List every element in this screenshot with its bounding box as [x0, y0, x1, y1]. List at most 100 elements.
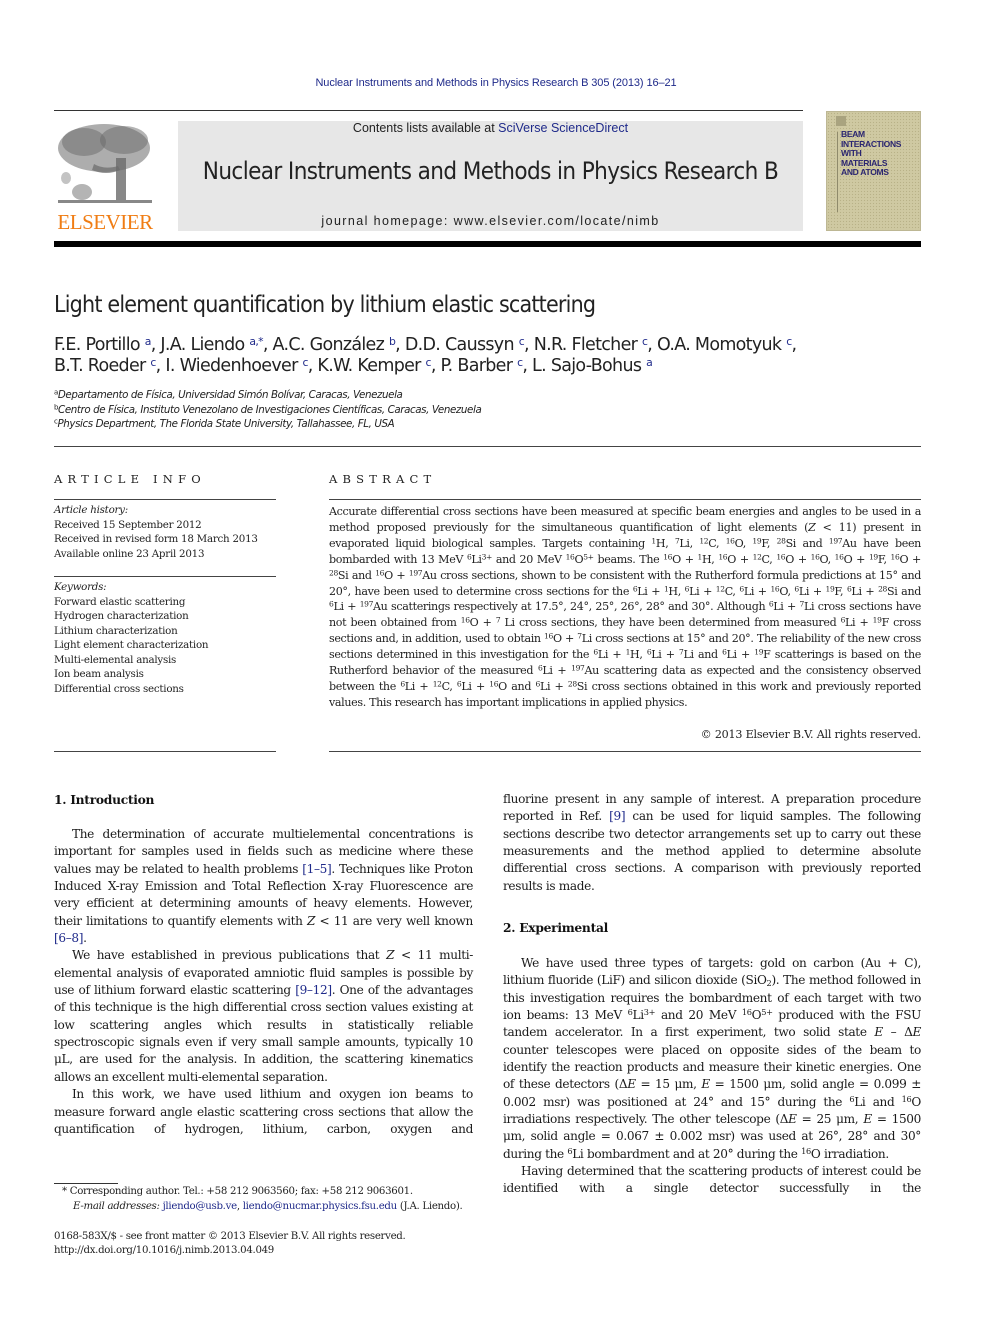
keyword: Lithium characterization	[54, 624, 178, 637]
doi-link[interactable]: http://dx.doi.org/10.1016/j.nimb.2013.04…	[54, 1245, 274, 1256]
superscript: 16	[834, 552, 844, 562]
cover-spine-line	[837, 132, 838, 212]
superscript: 12	[432, 679, 442, 689]
superscript: 28	[567, 679, 577, 689]
superscript: 1	[625, 647, 631, 657]
journal-citation-link[interactable]: Nuclear Instruments and Methods in Physi…	[0, 77, 992, 89]
superscript: 6	[840, 615, 846, 625]
email-addresses: E-mail addresses: jliendo@usb.ve, liendo…	[73, 1201, 463, 1212]
superscript: 16	[810, 552, 820, 562]
abstract-text: Accurate differential cross sections hav…	[329, 505, 922, 709]
elsevier-wordmark: ELSEVIER	[57, 210, 153, 234]
journal-banner: Contents lists available at SciVerse Sci…	[178, 121, 803, 231]
superscript: 6	[684, 583, 690, 593]
elsevier-logo[interactable]: ELSEVIER	[54, 120, 156, 234]
affiliation-text: Departamento de Física, Universidad Simó…	[57, 389, 403, 401]
superscript: c	[518, 334, 525, 348]
superscript: 197	[828, 536, 843, 546]
journal-cover-image[interactable]: BEAM INTERACTIONS WITH MATERIALS AND ATO…	[826, 111, 921, 231]
reference-link[interactable]: [1–5]	[302, 862, 331, 876]
authors-line: B.T. Roeder c, I. Wiedenhoever c, K.W. K…	[54, 355, 653, 376]
article-history: Article history: Received 15 September 2…	[54, 503, 276, 561]
superscript: 12	[715, 583, 725, 593]
superscript: 19	[754, 647, 764, 657]
email-link[interactable]: jliendo@usb.ve	[163, 1201, 238, 1212]
superscript: a	[144, 334, 152, 348]
italic-symbol: Z	[386, 948, 395, 963]
history-label: Article history:	[54, 504, 128, 516]
history-item: Available online 23 April 2013	[54, 547, 205, 560]
superscript: b	[388, 334, 396, 348]
superscript: 16	[565, 552, 575, 562]
corresponding-author-note: * Corresponding author. Tel.: +58 212 90…	[62, 1186, 413, 1197]
journal-name: Nuclear Instruments and Methods in Physi…	[202, 157, 779, 185]
superscript: 16	[725, 536, 735, 546]
reference-link[interactable]: [6–8]	[54, 931, 83, 945]
affiliation: aDepartamento de Física, Universidad Sim…	[54, 389, 403, 401]
cover-title: BEAM INTERACTIONS WITH MATERIALS AND ATO…	[841, 129, 902, 177]
reference-link[interactable]: [9–12]	[295, 983, 332, 997]
italic-symbol: Z	[808, 520, 816, 534]
keyword: Ion beam analysis	[54, 668, 144, 680]
cover-emblem-icon	[836, 116, 846, 126]
email-label: E-mail addresses:	[73, 1201, 163, 1212]
divider	[329, 499, 921, 500]
keyword: Hydrogen characterization	[54, 610, 189, 622]
sciencedirect-link[interactable]: SciVerse ScienceDirect	[498, 121, 628, 135]
paragraph: The determination of accurate multieleme…	[54, 827, 473, 946]
superscript: 19	[825, 583, 835, 593]
keywords-label: Keywords:	[54, 581, 107, 593]
superscript: 1	[663, 583, 669, 593]
paragraph: We have used three types of targets: gol…	[503, 956, 921, 1161]
italic-symbol: E	[863, 1112, 872, 1127]
superscript: 6	[627, 1007, 633, 1018]
affiliation-text: Physics Department, The Florida State Un…	[57, 418, 395, 430]
authors-line: F.E. Portillo a, J.A. Liendo a,*, A.C. G…	[54, 334, 797, 355]
elsevier-tree-icon	[58, 124, 152, 203]
section-heading-introduction: 1. Introduction	[54, 792, 155, 807]
superscript: c	[425, 355, 432, 369]
superscript: 6	[400, 679, 405, 689]
superscript: 6	[456, 679, 462, 689]
journal-homepage[interactable]: journal homepage: www.elsevier.com/locat…	[178, 214, 803, 228]
superscript: 16	[460, 615, 470, 625]
paragraph: fluorine present in any sample of intere…	[503, 792, 921, 893]
superscript: 16	[901, 1093, 912, 1104]
superscript: 12	[752, 552, 762, 562]
superscript: 7	[679, 647, 684, 657]
history-item: Received 15 September 2012	[54, 518, 202, 531]
superscript: c	[786, 334, 792, 348]
italic-symbol: E	[627, 1077, 636, 1092]
email-link[interactable]: liendo@nucmar.physics.fsu.edu	[243, 1201, 398, 1212]
divider	[329, 751, 921, 752]
superscript: 6	[646, 647, 652, 657]
issn-line: 0168-583X/$ - see front matter © 2013 El…	[54, 1231, 406, 1242]
superscript: a,*	[249, 334, 263, 348]
section-rule	[54, 446, 921, 447]
paper-title: Light element quantification by lithium …	[54, 292, 596, 318]
reference-link[interactable]: [9]	[609, 809, 625, 823]
superscript: 6	[794, 583, 799, 593]
divider	[54, 576, 276, 577]
affiliation: bCentro de Física, Instituto Venezolano …	[54, 404, 482, 416]
paragraph: We have established in previous publicat…	[54, 948, 473, 1084]
superscript: 16	[718, 552, 728, 562]
article-info-heading: ARTICLE INFO	[54, 472, 206, 486]
superscript: 197	[359, 599, 374, 609]
copyright-notice: © 2013 Elsevier B.V. All rights reserved…	[700, 728, 922, 741]
superscript: 6	[722, 647, 727, 657]
superscript: 3+	[481, 552, 493, 562]
superscript: 12	[699, 536, 709, 546]
body-column-right: We have used three types of targets: gol…	[503, 955, 921, 1198]
header-rule	[54, 110, 803, 111]
superscript: 3+	[643, 1007, 656, 1018]
history-item: Received in revised form 18 March 2013	[54, 533, 258, 545]
footnote-rule	[54, 1183, 118, 1184]
superscript: 28	[878, 583, 887, 593]
superscript: 197	[408, 568, 423, 578]
superscript: 16	[801, 1145, 811, 1156]
paragraph: Having determined that the scattering pr…	[503, 1164, 921, 1196]
superscript: a	[646, 355, 653, 369]
italic-symbol: Z	[307, 913, 316, 928]
superscript: 16	[890, 552, 900, 562]
